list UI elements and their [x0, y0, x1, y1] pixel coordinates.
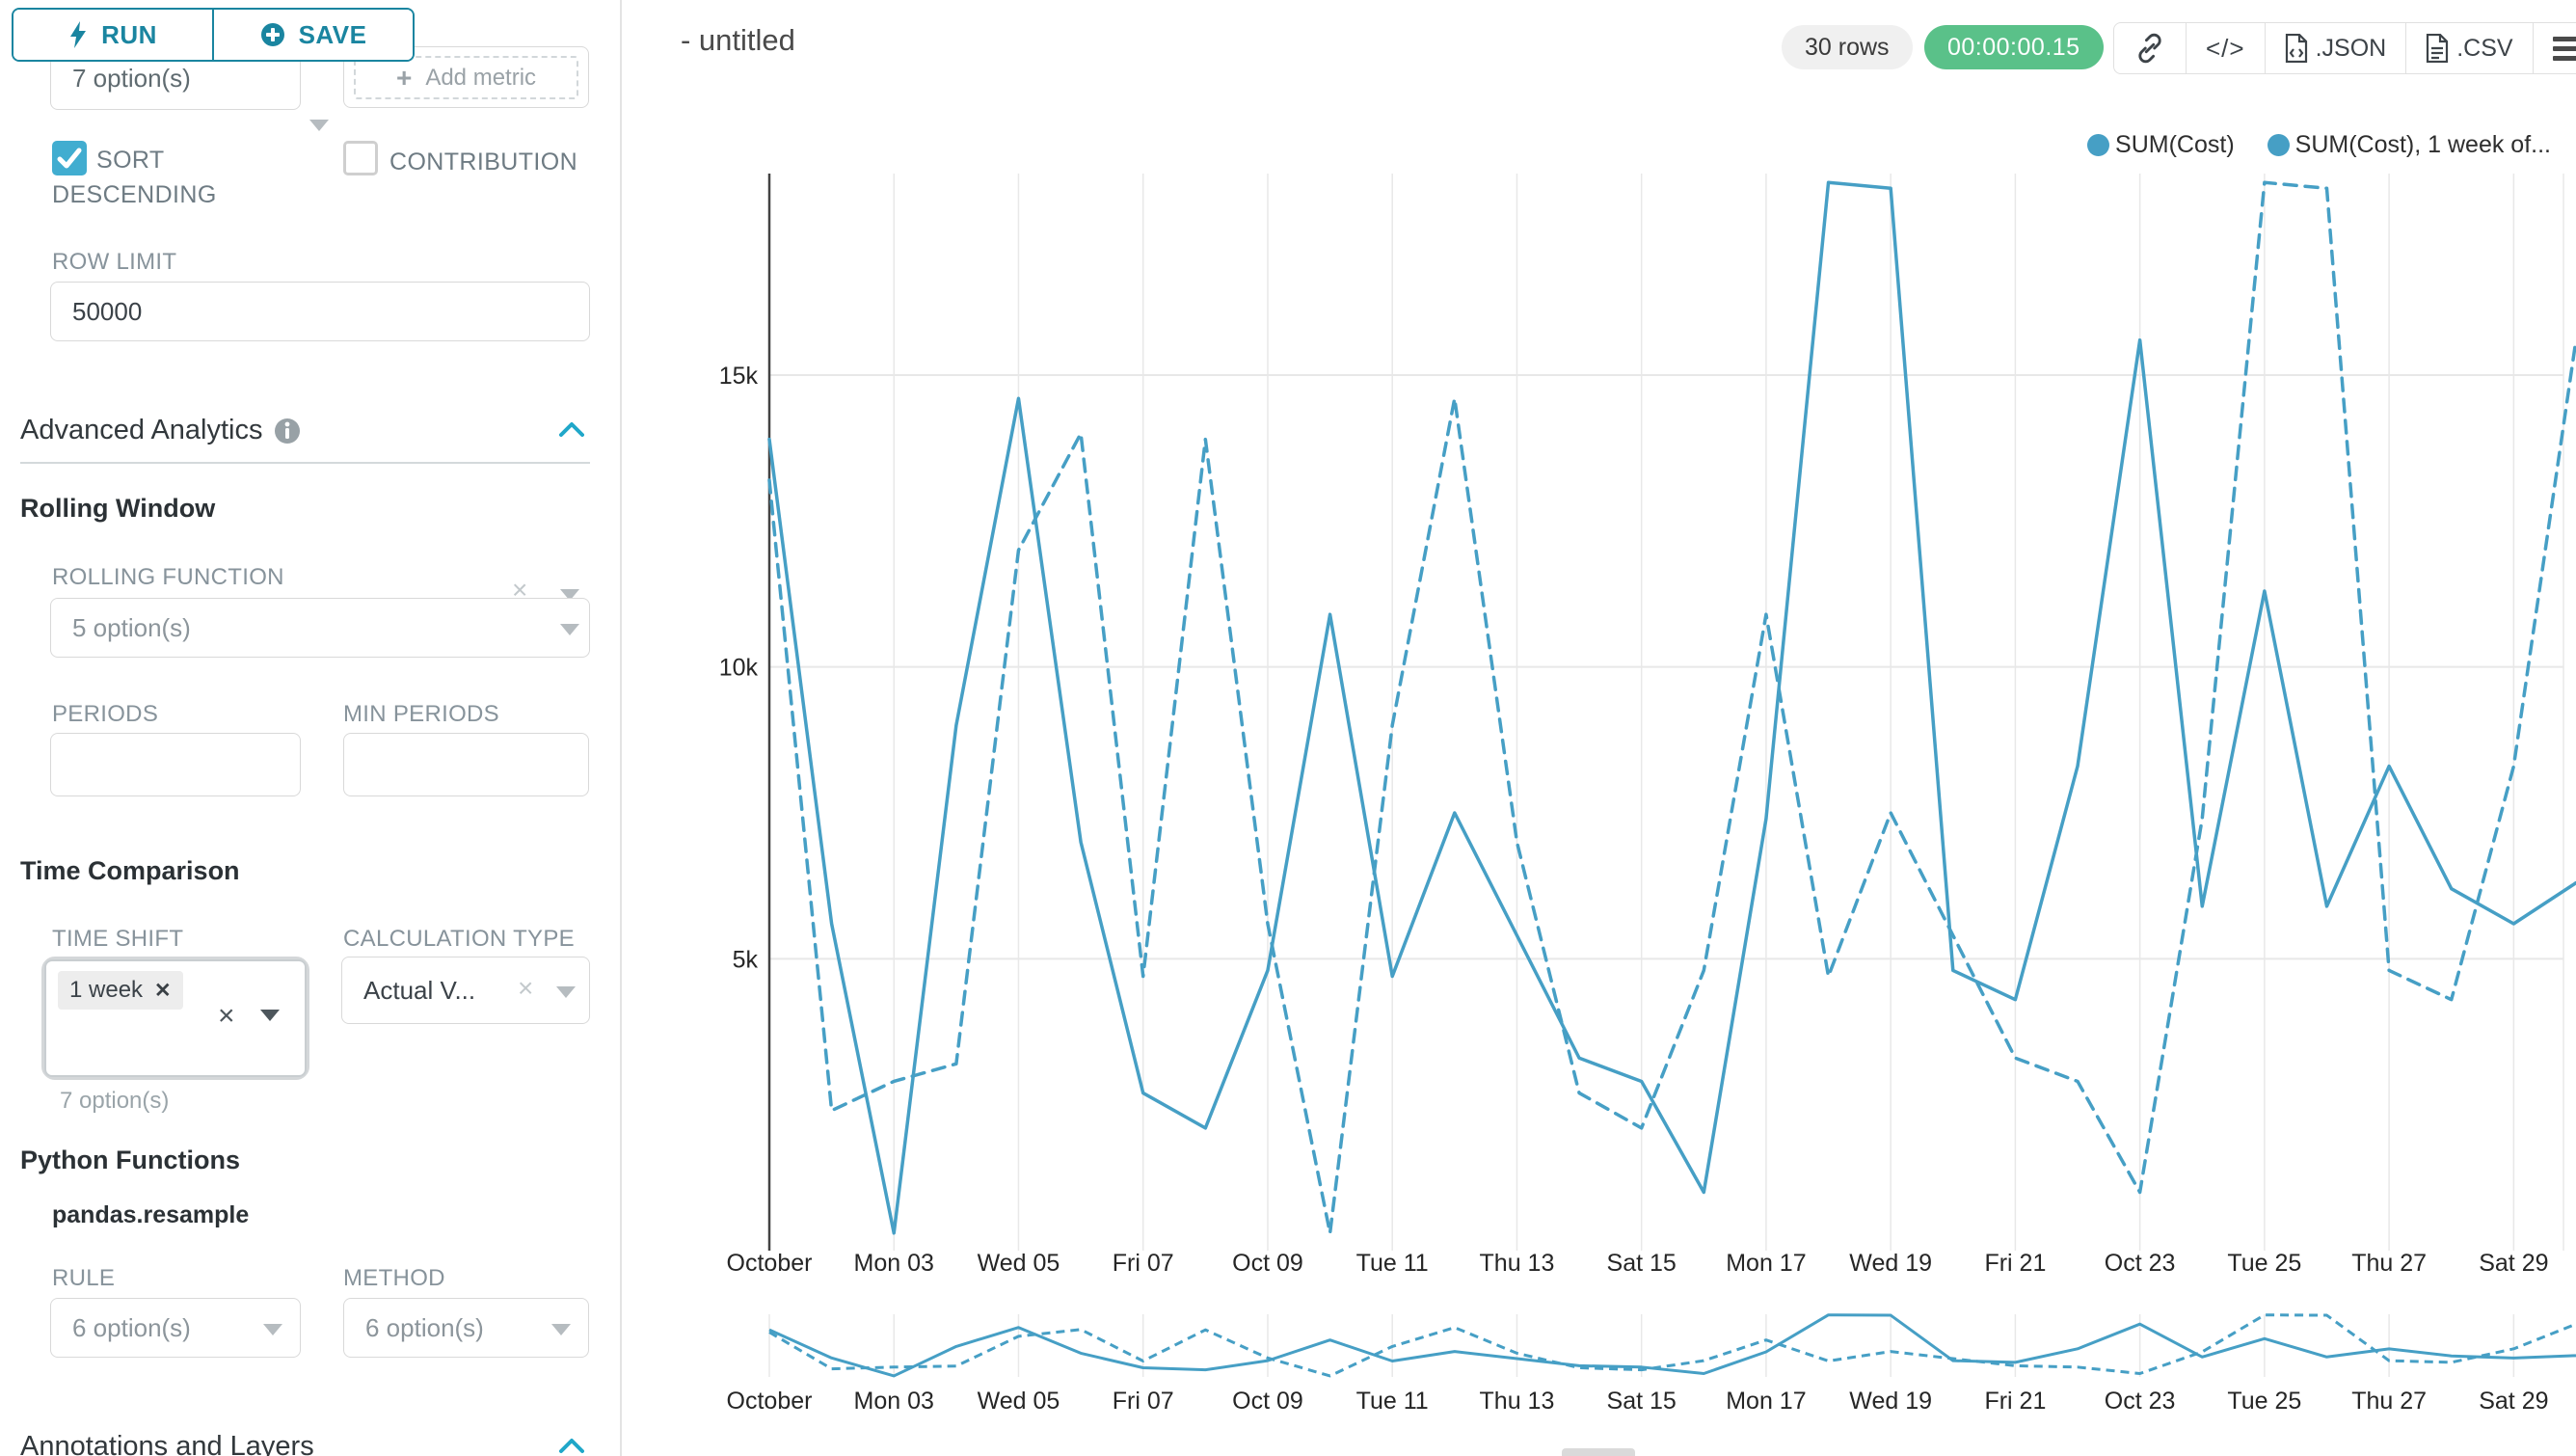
method-value: 6 option(s) — [344, 1313, 484, 1343]
metric-select-value: 7 option(s) — [51, 64, 191, 94]
chevron-down-icon — [263, 1324, 282, 1335]
python-functions-title: Python Functions — [20, 1146, 240, 1175]
svg-text:Fri 21: Fri 21 — [1984, 1388, 2046, 1415]
svg-text:Tue 25: Tue 25 — [2227, 1250, 2301, 1277]
collapse-chevron-up-icon[interactable] — [559, 420, 584, 438]
chart-plot-area[interactable] — [769, 174, 2576, 1251]
chevron-down-icon — [260, 1010, 280, 1021]
svg-text:Wed 05: Wed 05 — [978, 1250, 1060, 1277]
clear-icon[interactable]: × — [518, 975, 533, 1002]
svg-text:Oct 09: Oct 09 — [1232, 1250, 1303, 1277]
svg-text:Sat 29: Sat 29 — [2479, 1250, 2548, 1277]
annotations-title: Annotations and Layers — [20, 1431, 314, 1456]
plus-icon: + — [396, 63, 412, 94]
method-select[interactable]: 6 option(s) — [343, 1298, 589, 1358]
svg-text:Wed 05: Wed 05 — [978, 1388, 1060, 1415]
svg-text:Mon 03: Mon 03 — [854, 1250, 934, 1277]
mini-chart-brush-area[interactable] — [769, 1314, 2576, 1377]
min-periods-label: MIN PERIODS — [343, 701, 499, 728]
svg-text:5k: 5k — [733, 946, 759, 973]
rolling-function-value: 5 option(s) — [51, 613, 191, 643]
svg-text:Fri 21: Fri 21 — [1984, 1250, 2046, 1277]
svg-text:Sat 15: Sat 15 — [1607, 1388, 1677, 1415]
row-limit-label: ROW LIMIT — [52, 249, 176, 276]
sort-descending-checkbox[interactable] — [52, 141, 87, 175]
method-label: METHOD — [343, 1265, 445, 1292]
svg-text:Mon 17: Mon 17 — [1726, 1250, 1806, 1277]
svg-text:Thu 13: Thu 13 — [1480, 1388, 1555, 1415]
rolling-window-title: Rolling Window — [20, 494, 215, 524]
svg-text:Wed 19: Wed 19 — [1849, 1250, 1932, 1277]
time-comparison-title: Time Comparison — [20, 856, 240, 886]
rule-value: 6 option(s) — [51, 1313, 191, 1343]
calculation-type-select[interactable]: Actual V... × — [341, 957, 590, 1024]
advanced-analytics-title: Advanced Analytics — [20, 415, 262, 446]
svg-text:Mon 03: Mon 03 — [854, 1388, 934, 1415]
sort-descending-label-line1: SORT — [96, 147, 165, 175]
add-metric-label: Add metric — [425, 65, 536, 92]
time-shift-tag-label: 1 week — [69, 977, 143, 1004]
svg-text:Oct 23: Oct 23 — [2105, 1388, 2176, 1415]
contribution-label: CONTRIBUTION — [389, 148, 577, 176]
row-limit-value: 50000 — [51, 297, 142, 327]
advanced-analytics-header: Advanced Analytics — [20, 415, 301, 446]
calculation-type-label: CALCULATION TYPE — [343, 926, 575, 953]
chevron-down-icon — [551, 1324, 571, 1335]
svg-text:Sat 29: Sat 29 — [2479, 1388, 2548, 1415]
rolling-function-select[interactable]: 5 option(s) — [50, 598, 590, 658]
time-shift-tag: 1 week ✕ — [58, 971, 183, 1010]
svg-text:Thu 13: Thu 13 — [1480, 1250, 1555, 1277]
svg-text:Sat 15: Sat 15 — [1607, 1250, 1677, 1277]
collapse-chevron-up-icon[interactable] — [559, 1437, 584, 1454]
rule-select[interactable]: 6 option(s) — [50, 1298, 301, 1358]
time-shift-select-focus-ring: 1 week ✕ × — [41, 957, 309, 1080]
run-button[interactable]: RUN — [13, 10, 212, 60]
rolling-function-label: ROLLING FUNCTION — [52, 564, 284, 591]
svg-text:Fri 07: Fri 07 — [1113, 1250, 1174, 1277]
svg-text:Thu 27: Thu 27 — [2351, 1250, 2427, 1277]
explore-page: 7 option(s) + Add metric RUN SAVE SOR — [0, 0, 2576, 1456]
tag-remove-icon[interactable]: ✕ — [154, 979, 172, 1003]
svg-text:10k: 10k — [719, 655, 759, 682]
svg-text:Wed 19: Wed 19 — [1849, 1388, 1932, 1415]
chart-panel: - untitled 30 rows 00:00:00.15 </> .JSON — [622, 0, 2576, 1456]
periods-input[interactable] — [50, 733, 301, 796]
clear-icon[interactable]: × — [218, 1000, 235, 1033]
svg-text:Tue 25: Tue 25 — [2227, 1388, 2301, 1415]
chevron-down-icon — [556, 986, 576, 998]
run-save-button-group: RUN SAVE — [12, 8, 415, 62]
svg-text:Tue 11: Tue 11 — [1356, 1250, 1429, 1277]
svg-text:Thu 27: Thu 27 — [2351, 1388, 2427, 1415]
rule-label: RULE — [52, 1265, 115, 1292]
pandas-resample-label: pandas.resample — [52, 1201, 249, 1229]
chevron-down-icon — [560, 624, 579, 635]
section-divider — [20, 462, 590, 464]
check-icon — [52, 141, 87, 175]
plus-circle-icon — [260, 22, 285, 47]
time-shift-select[interactable]: 1 week ✕ × — [44, 959, 307, 1077]
min-periods-input[interactable] — [343, 733, 589, 796]
row-limit-select[interactable]: 50000 × — [50, 282, 590, 341]
time-shift-label: TIME SHIFT — [52, 926, 183, 953]
sort-descending-label-line2: DESCENDING — [52, 181, 217, 209]
lightning-icon — [68, 21, 88, 48]
info-icon — [274, 418, 301, 445]
add-metric-button[interactable]: + Add metric — [354, 56, 578, 99]
svg-text:Fri 07: Fri 07 — [1113, 1388, 1174, 1415]
chevron-down-icon — [309, 120, 329, 131]
svg-text:Tue 11: Tue 11 — [1356, 1388, 1429, 1415]
data-table-drag-handle[interactable] — [1562, 1448, 1635, 1456]
controls-sidebar: 7 option(s) + Add metric RUN SAVE SOR — [0, 0, 622, 1456]
svg-text:Oct 23: Oct 23 — [2105, 1250, 2176, 1277]
svg-text:15k: 15k — [719, 363, 759, 390]
time-shift-helper: 7 option(s) — [60, 1088, 169, 1115]
calculation-type-value: Actual V... — [342, 976, 475, 1006]
contribution-checkbox[interactable] — [343, 141, 378, 175]
svg-text:Oct 09: Oct 09 — [1232, 1388, 1303, 1415]
svg-text:October: October — [727, 1388, 813, 1415]
svg-text:October: October — [727, 1250, 813, 1277]
svg-text:Mon 17: Mon 17 — [1726, 1388, 1806, 1415]
save-button[interactable]: SAVE — [212, 10, 413, 60]
periods-label: PERIODS — [52, 701, 158, 728]
